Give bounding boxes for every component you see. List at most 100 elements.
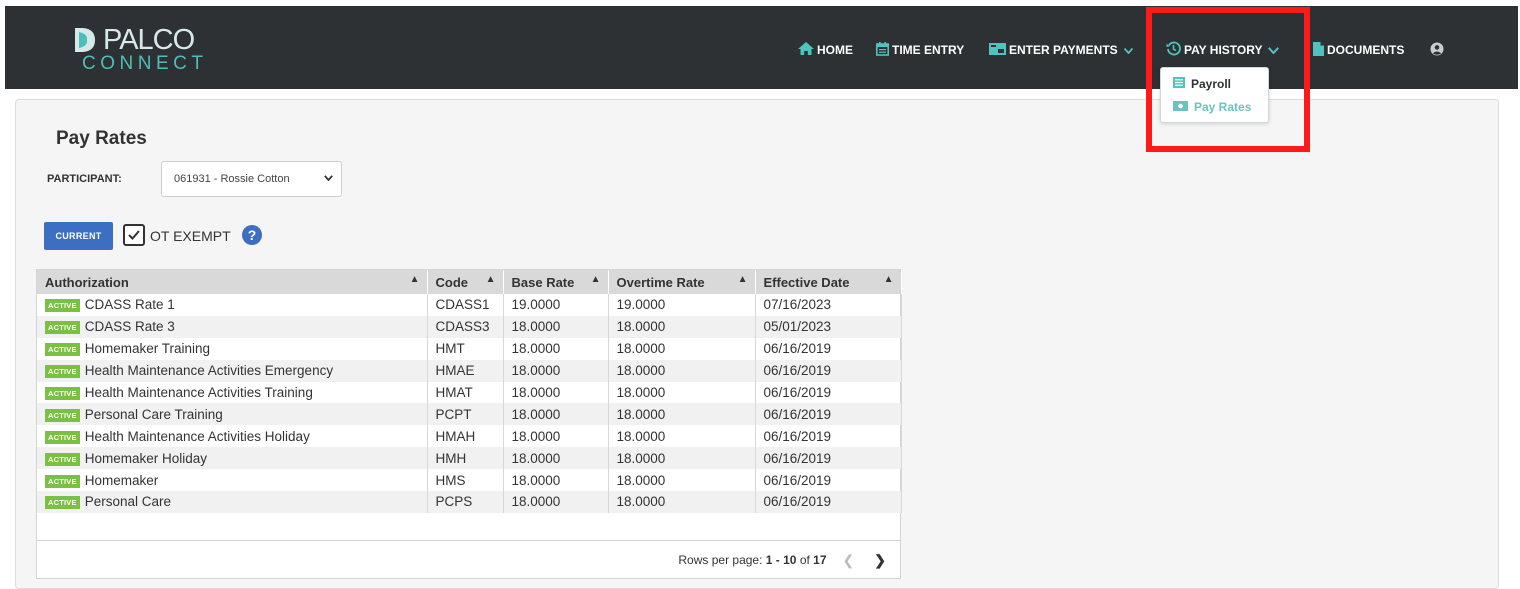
- column-header-effective-date[interactable]: Effective Date ▲︎: [755, 270, 902, 294]
- cell-overtime-rate: 18.0000: [608, 315, 756, 338]
- cell-effective-date: 06/16/2019: [755, 447, 902, 470]
- table-row[interactable]: ACTIVE Homemaker Training HMT 18.0000 18.000…: [37, 337, 902, 360]
- status-badge: ACTIVE: [45, 474, 80, 488]
- checkmark-icon: [128, 230, 140, 240]
- user-account-menu[interactable]: [1430, 36, 1444, 64]
- sort-icon: ▲︎: [485, 274, 496, 285]
- authorization-name: Personal Care: [84, 494, 171, 510]
- cell-effective-date: 06/16/2019: [755, 469, 902, 492]
- participant-select[interactable]: 061931 - Rossie Cotton: [161, 161, 342, 197]
- cell-authorization: ACTIVE Health Maintenance Activities Trai…: [37, 381, 428, 404]
- nav-documents-label: DOCUMENTS: [1327, 43, 1405, 57]
- cell-authorization: ACTIVE Homemaker Training: [37, 337, 428, 360]
- previous-page-icon[interactable]: ❮: [843, 552, 855, 569]
- status-badge: ACTIVE: [45, 496, 80, 510]
- rows-of-label: of: [799, 553, 810, 567]
- cell-authorization: ACTIVE Homemaker: [37, 469, 428, 492]
- cell-code: HMS: [427, 469, 504, 492]
- table-row[interactable]: ACTIVE Health Maintenance Activities Holi…: [37, 425, 902, 448]
- sort-icon: ▲︎: [409, 274, 420, 285]
- participant-select-value: 061931 - Rossie Cotton: [174, 173, 290, 185]
- dropdown-item-pay-rates[interactable]: Pay Rates: [1173, 100, 1251, 114]
- cell-effective-date: 06/16/2019: [755, 403, 902, 426]
- next-page-icon[interactable]: ❯: [874, 552, 886, 569]
- nav-pay-history[interactable]: PAY HISTORY: [1166, 36, 1280, 64]
- cell-authorization: ACTIVE Personal Care: [37, 491, 428, 513]
- cell-base-rate: 18.0000: [503, 337, 609, 360]
- calendar-icon: [876, 41, 889, 59]
- cell-base-rate: 18.0000: [503, 469, 609, 492]
- cell-authorization: ACTIVE CDASS Rate 3: [37, 315, 428, 338]
- table-row[interactable]: ACTIVE Homemaker Holiday HMH 18.0000 18.0000…: [37, 447, 902, 470]
- cell-code: HMH: [427, 447, 504, 470]
- cell-authorization: ACTIVE Personal Care Training: [37, 403, 428, 426]
- nav-time-entry-label: TIME ENTRY: [892, 43, 965, 57]
- cell-overtime-rate: 19.0000: [608, 294, 756, 316]
- authorization-name: Homemaker Holiday: [84, 450, 207, 466]
- cell-base-rate: 18.0000: [503, 491, 609, 513]
- cell-base-rate: 18.0000: [503, 359, 609, 382]
- page-title: Pay Rates: [56, 128, 147, 149]
- sort-icon: ▲︎: [590, 274, 601, 285]
- dropdown-item-payroll[interactable]: Payroll: [1173, 77, 1231, 91]
- pay-history-dropdown: Payroll Pay Rates: [1160, 67, 1269, 123]
- status-badge: ACTIVE: [45, 343, 80, 357]
- palco-connect-logo[interactable]: PALCO CONNECT: [73, 24, 213, 74]
- cell-code: CDASS1: [427, 294, 504, 316]
- dropdown-item-pay-rates-label: Pay Rates: [1194, 100, 1252, 114]
- status-badge: ACTIVE: [45, 408, 80, 422]
- cell-effective-date: 06/16/2019: [755, 359, 902, 382]
- document-icon: [1313, 41, 1324, 59]
- table-row[interactable]: ACTIVE Personal Care PCPS 18.0000 18.0000 06/…: [37, 491, 902, 513]
- authorization-name: Health Maintenance Activities Emergency: [84, 363, 334, 379]
- cell-authorization: ACTIVE Health Maintenance Activities Emer…: [37, 359, 428, 382]
- cell-authorization: ACTIVE Homemaker Holiday: [37, 447, 428, 470]
- authorization-name: CDASS Rate 1: [84, 297, 175, 313]
- authorization-name: Health Maintenance Activities Holiday: [84, 428, 310, 444]
- help-question-icon[interactable]: ?: [242, 225, 262, 245]
- rows-range[interactable]: 1 - 10: [766, 553, 797, 567]
- home-icon: [798, 42, 814, 58]
- table-row[interactable]: ACTIVE CDASS Rate 1 CDASS1 19.0000 19.0000 07…: [37, 294, 902, 316]
- table-row[interactable]: ACTIVE Health Maintenance Activities Emer…: [37, 359, 902, 382]
- authorization-name: CDASS Rate 3: [84, 319, 175, 335]
- column-header-authorization[interactable]: Authorization ▲︎: [37, 270, 428, 294]
- cell-overtime-rate: 18.0000: [608, 491, 756, 513]
- table-row[interactable]: ACTIVE CDASS Rate 3 CDASS3 18.0000 18.0000 05…: [37, 315, 902, 338]
- history-icon: [1166, 41, 1181, 59]
- chevron-down-icon: [1123, 43, 1133, 57]
- nav-enter-payments[interactable]: ENTER PAYMENTS: [989, 36, 1133, 64]
- table-header-row: Authorization ▲︎ Code ▲︎ Base Rate ▲︎ Overt…: [37, 270, 902, 294]
- table-row[interactable]: ACTIVE Personal Care Training PCPT 18.0000 1…: [37, 403, 902, 426]
- column-header-base-rate[interactable]: Base Rate ▲︎: [503, 270, 609, 294]
- cell-effective-date: 05/01/2023: [755, 315, 902, 338]
- nav-enter-payments-label: ENTER PAYMENTS: [1009, 43, 1118, 57]
- cell-code: CDASS3: [427, 315, 504, 338]
- cell-base-rate: 18.0000: [503, 315, 609, 338]
- nav-documents[interactable]: DOCUMENTS: [1313, 36, 1404, 64]
- column-header-overtime-rate[interactable]: Overtime Rate ▲︎: [608, 270, 756, 294]
- logo-subtitle: CONNECT: [82, 53, 208, 74]
- column-header-code[interactable]: Code ▲︎: [427, 270, 504, 294]
- authorization-name: Personal Care Training: [84, 406, 223, 422]
- table-row[interactable]: ACTIVE Health Maintenance Activities Trai…: [37, 381, 902, 404]
- authorization-name: Health Maintenance Activities Training: [84, 385, 313, 400]
- table-row[interactable]: ACTIVE Homemaker HMS 18.0000 18.0000 06/16/20…: [37, 469, 902, 492]
- cell-effective-date: 06/16/2019: [755, 337, 902, 360]
- cell-base-rate: 18.0000: [503, 425, 609, 448]
- user-circle-icon: [1430, 42, 1444, 59]
- cell-code: PCPS: [427, 491, 504, 513]
- status-badge: ACTIVE: [45, 430, 80, 444]
- ot-exempt-checkbox[interactable]: [123, 224, 145, 246]
- cell-authorization: ACTIVE CDASS Rate 1: [37, 294, 428, 316]
- authorization-name: Homemaker Training: [84, 341, 210, 357]
- palco-logo-mark-icon: [75, 28, 95, 52]
- current-button[interactable]: CURRENT: [44, 222, 113, 250]
- dropdown-item-payroll-label: Payroll: [1191, 77, 1232, 91]
- cell-effective-date: 06/16/2019: [755, 491, 902, 513]
- cell-effective-date: 07/16/2023: [755, 294, 902, 316]
- nav-time-entry[interactable]: TIME ENTRY: [876, 36, 964, 64]
- nav-home[interactable]: HOME: [798, 36, 853, 64]
- cell-overtime-rate: 18.0000: [608, 447, 756, 470]
- status-badge: ACTIVE: [45, 321, 80, 335]
